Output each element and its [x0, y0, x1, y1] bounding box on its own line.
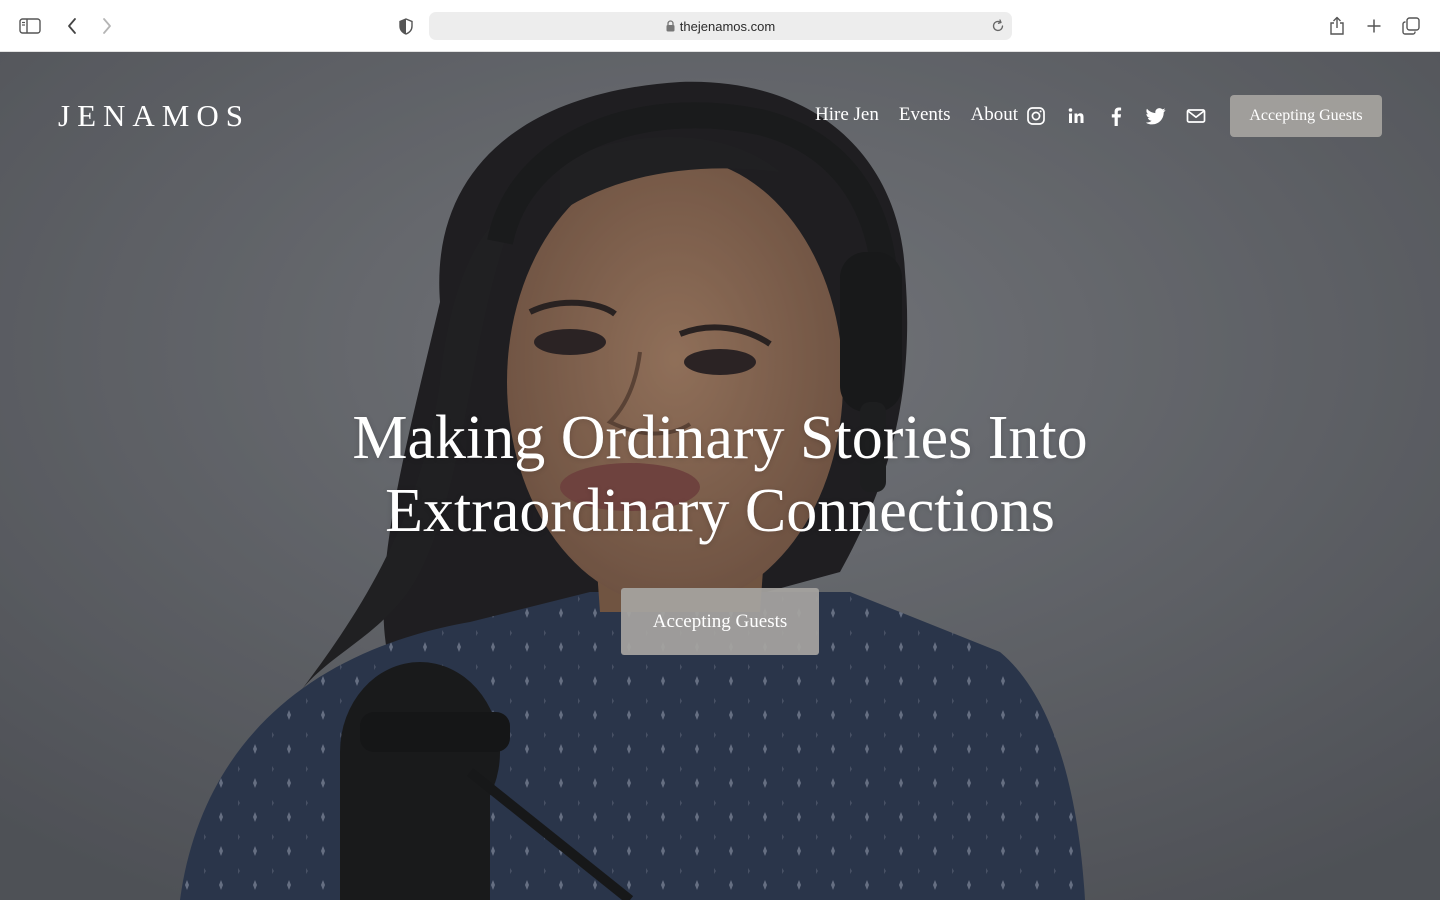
hero-title-line-1: Making Ordinary Stories Into [352, 404, 1088, 472]
shield-icon[interactable] [392, 12, 420, 40]
share-icon[interactable] [1323, 12, 1351, 40]
linkedin-icon[interactable] [1064, 104, 1088, 128]
sidebar-icon[interactable] [16, 12, 44, 40]
hero-title-line-2: Extraordinary Connections [385, 477, 1055, 545]
forward-chevron-icon[interactable] [93, 12, 121, 40]
social-links [1024, 104, 1224, 128]
url-text: thejenamos.com [679, 18, 776, 34]
hero-title: Making Ordinary Stories Into Extraordina… [260, 402, 1180, 548]
nav-link-about[interactable]: About [971, 104, 1019, 126]
nav-link-events[interactable]: Events [899, 104, 951, 126]
address-bar[interactable]: thejenamos.com [429, 12, 1012, 40]
email-icon[interactable] [1184, 104, 1208, 128]
plus-icon[interactable] [1360, 12, 1388, 40]
instagram-icon[interactable] [1024, 104, 1048, 128]
main-nav: Hire Jen Events About [815, 98, 1038, 132]
hero-accepting-guests-button[interactable]: Accepting Guests [621, 588, 819, 655]
header-accepting-guests-button[interactable]: Accepting Guests [1230, 95, 1382, 137]
lock-icon [666, 20, 675, 32]
twitter-icon[interactable] [1144, 104, 1168, 128]
browser-toolbar: thejenamos.com [0, 0, 1440, 52]
facebook-icon[interactable] [1104, 104, 1128, 128]
tab-overview-icon[interactable] [1397, 12, 1425, 40]
hero-section: JENAMOS Hire Jen Events About Accepting … [0, 52, 1440, 900]
reload-icon[interactable] [990, 18, 1006, 34]
site-logo[interactable]: JENAMOS [58, 96, 250, 136]
nav-link-hire-jen[interactable]: Hire Jen [815, 104, 879, 126]
back-chevron-icon[interactable] [58, 12, 86, 40]
